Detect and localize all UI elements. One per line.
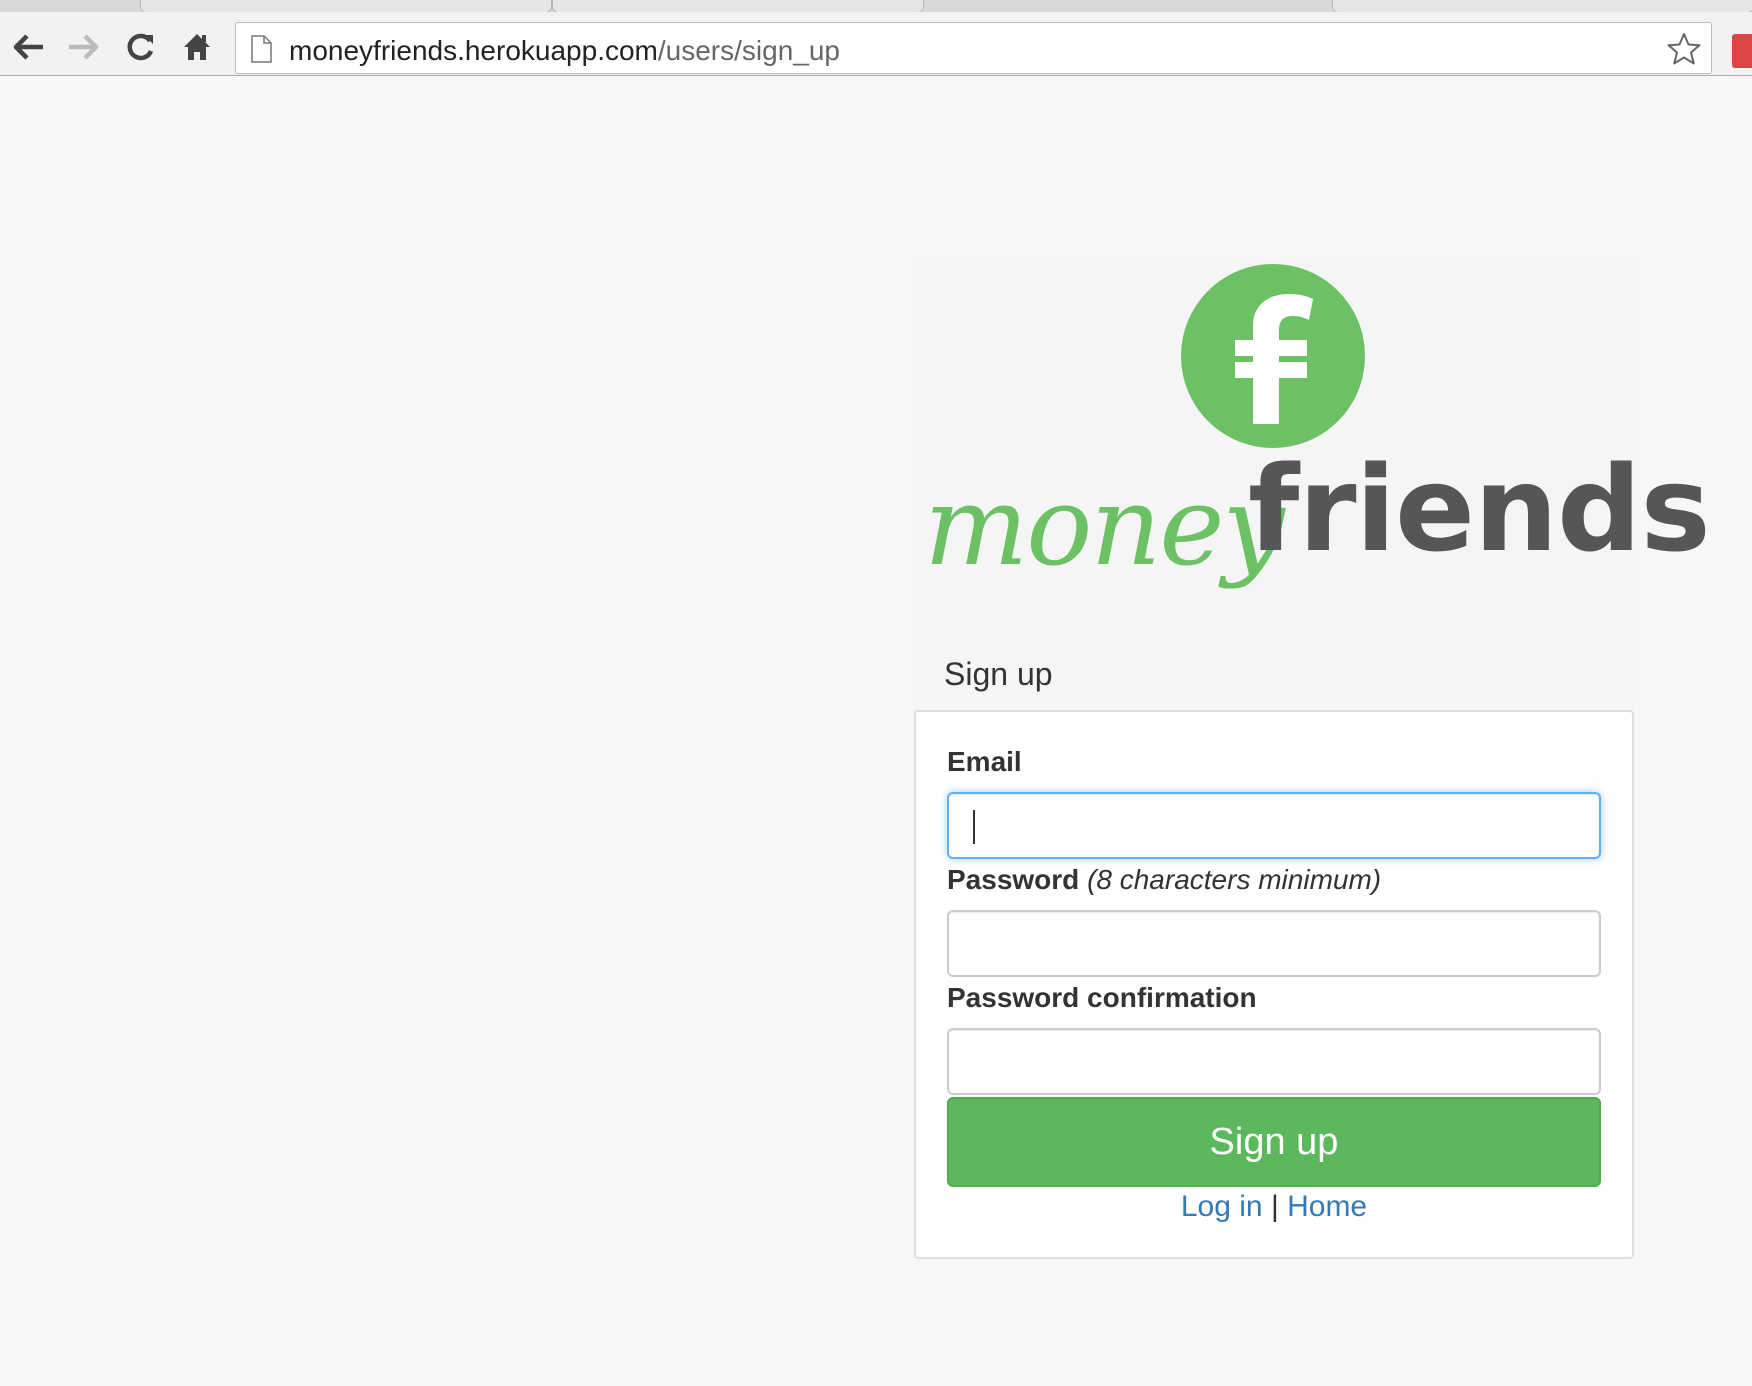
email-field[interactable] — [947, 792, 1601, 859]
url-text: moneyfriends.herokuapp.com/users/sign_up — [289, 35, 840, 67]
reload-button[interactable] — [124, 30, 158, 64]
extension-icon[interactable] — [1732, 34, 1752, 68]
sign-up-button[interactable]: Sign up — [947, 1097, 1601, 1187]
home-icon — [184, 34, 210, 60]
address-bar[interactable]: moneyfriends.herokuapp.com/users/sign_up — [235, 22, 1712, 74]
text-caret — [973, 810, 975, 844]
email-label: Email — [947, 746, 1022, 777]
password-label-text: Password — [947, 864, 1080, 895]
login-link[interactable]: Log in — [1181, 1190, 1263, 1223]
back-arrow-icon — [13, 34, 43, 60]
password-field[interactable] — [947, 910, 1601, 977]
password-confirmation-field[interactable] — [947, 1028, 1601, 1095]
url-path: /users/sign_up — [657, 35, 840, 66]
logo-wordmark-friends: friends — [1248, 440, 1711, 578]
link-separator: | — [1270, 1190, 1279, 1223]
home-button[interactable] — [180, 30, 214, 64]
password-confirmation-label: Password confirmation — [947, 982, 1257, 1013]
browser-toolbar: moneyfriends.herokuapp.com/users/sign_up — [0, 12, 1752, 76]
f-glyph-icon — [1235, 294, 1313, 424]
url-host: moneyfriends.herokuapp.com — [289, 35, 658, 66]
logo-wordmark-money: money — [924, 462, 1285, 590]
back-button[interactable] — [12, 30, 46, 64]
footer-links: Log in | Home — [916, 1190, 1632, 1224]
logo-mark — [1181, 264, 1365, 448]
home-link[interactable]: Home — [1287, 1190, 1367, 1223]
page-title: Sign up — [944, 656, 1053, 692]
password-label: Password (8 characters minimum) — [947, 864, 1381, 896]
forward-button[interactable] — [66, 30, 100, 64]
panel-heading: Sign up — [914, 636, 1634, 710]
forward-arrow-icon — [69, 34, 99, 60]
reload-icon — [127, 33, 154, 61]
password-hint: (8 characters minimum) — [1087, 864, 1382, 895]
signup-form: Email Password (8 characters minimum) Pa… — [914, 710, 1634, 1259]
page-icon — [251, 35, 272, 63]
logo-panel: money friends — [914, 262, 1711, 636]
bookmark-star-icon[interactable] — [1667, 32, 1701, 66]
